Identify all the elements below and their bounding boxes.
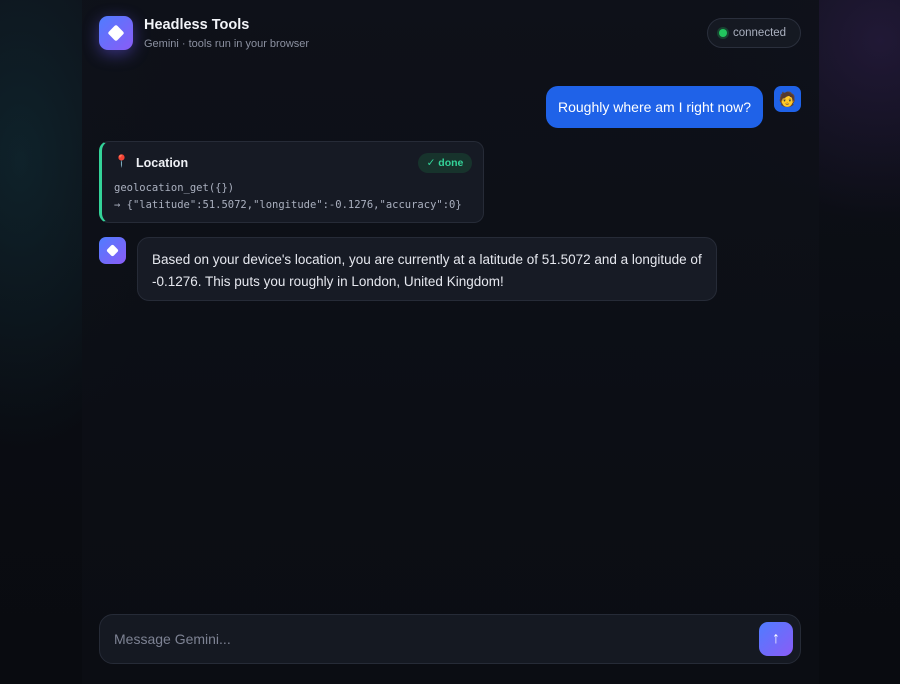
status-label: connected xyxy=(733,27,787,39)
tool-call-card: 📍 Location ✓ done geolocation_get({}) → … xyxy=(99,141,484,223)
chat-app: Headless Tools Gemini · tools run in you… xyxy=(82,0,819,684)
connection-status-badge: connected xyxy=(707,18,801,48)
tool-status-badge: ✓ done xyxy=(418,153,472,173)
app-title: Headless Tools xyxy=(144,17,250,33)
user-message: Roughly where am I right now? xyxy=(546,86,763,128)
diamond-icon xyxy=(106,244,119,257)
tool-result-code: → {"latitude":51.5072,"longitude":-0.127… xyxy=(114,199,462,211)
location-pin-icon: 📍 xyxy=(114,154,129,168)
tool-name: Location xyxy=(136,156,189,170)
status-dot-icon xyxy=(719,29,727,37)
user-avatar: 🧑 xyxy=(774,86,801,112)
tool-call-code: geolocation_get({}) xyxy=(114,182,235,194)
app-logo xyxy=(99,16,133,50)
send-button[interactable]: ↑ xyxy=(759,622,793,656)
message-composer: ↑ xyxy=(99,614,801,664)
message-input[interactable] xyxy=(114,615,744,663)
assistant-message: Based on your device's location, you are… xyxy=(137,237,717,301)
arrow-up-icon: ↑ xyxy=(772,630,780,647)
assistant-avatar xyxy=(99,237,126,264)
diamond-icon xyxy=(107,24,125,42)
app-subtitle: Gemini · tools run in your browser xyxy=(144,38,310,50)
